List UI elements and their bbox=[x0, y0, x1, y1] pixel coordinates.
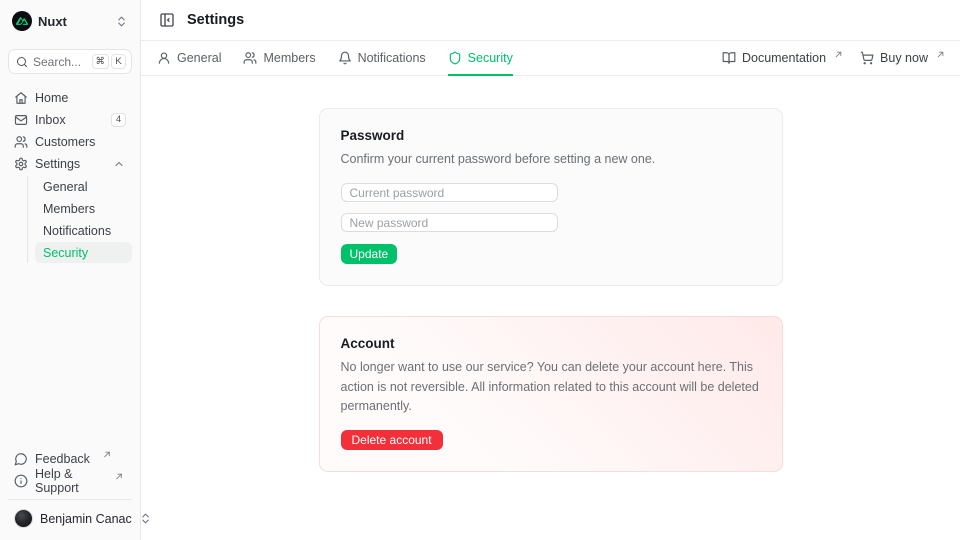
account-card-description: No longer want to use our service? You c… bbox=[341, 358, 761, 416]
password-card-title: Password bbox=[341, 128, 761, 143]
sidebar-item-general[interactable]: General bbox=[35, 176, 132, 197]
user-name: Benjamin Canac bbox=[40, 512, 132, 526]
page-title: Settings bbox=[187, 12, 244, 28]
home-icon bbox=[14, 91, 28, 105]
panel-left-icon bbox=[159, 12, 175, 28]
info-circle-icon bbox=[14, 474, 28, 488]
sidebar-item-label: Feedback bbox=[35, 452, 90, 466]
bell-icon bbox=[338, 51, 352, 65]
avatar bbox=[14, 509, 33, 528]
kbd-k: K bbox=[111, 54, 126, 69]
search-icon bbox=[16, 56, 28, 68]
tab-label: Security bbox=[468, 51, 513, 65]
team-selector[interactable]: Nuxt bbox=[8, 8, 132, 34]
documentation-link[interactable]: Documentation bbox=[722, 51, 842, 65]
sidebar-item-members[interactable]: Members bbox=[35, 198, 132, 219]
user-icon bbox=[157, 51, 171, 65]
tab-label: Members bbox=[263, 51, 315, 65]
account-card-title: Account bbox=[341, 336, 761, 351]
page-header: Settings bbox=[141, 0, 960, 41]
tab-label: General bbox=[177, 51, 221, 65]
sidebar-item-label: Notifications bbox=[43, 224, 111, 238]
sidebar-item-label: Settings bbox=[35, 157, 80, 171]
external-link-icon bbox=[937, 51, 944, 58]
password-card-description: Confirm your current password before set… bbox=[341, 150, 761, 169]
users-icon bbox=[243, 51, 257, 65]
password-form: Update bbox=[341, 183, 761, 264]
tab-notifications[interactable]: Notifications bbox=[338, 41, 426, 76]
settings-sub-menu: General Members Notifications Security bbox=[27, 176, 132, 263]
sidebar-item-help-support[interactable]: Help & Support bbox=[8, 470, 132, 491]
sidebar-item-label: Members bbox=[43, 202, 95, 216]
update-button[interactable]: Update bbox=[341, 244, 398, 264]
tabs: General Members Notifications Security bbox=[157, 41, 513, 75]
shield-icon bbox=[448, 51, 462, 65]
chevrons-up-down-icon bbox=[115, 15, 128, 28]
sidebar-item-label: Inbox bbox=[35, 113, 66, 127]
sidebar-item-label: Help & Support bbox=[35, 467, 102, 495]
sidebar-spacer bbox=[8, 263, 132, 448]
buy-now-link[interactable]: Buy now bbox=[860, 51, 944, 65]
current-password-field[interactable] bbox=[341, 183, 558, 202]
tab-security[interactable]: Security bbox=[448, 41, 513, 76]
link-label: Buy now bbox=[880, 51, 928, 65]
external-link-icon bbox=[112, 473, 126, 480]
external-link-icon bbox=[100, 451, 114, 458]
sidebar-item-label: Security bbox=[43, 246, 88, 260]
users-icon bbox=[14, 135, 28, 149]
tab-general[interactable]: General bbox=[157, 41, 221, 76]
sidebar-nav: Home Inbox 4 Customers Settings General bbox=[8, 87, 132, 263]
header-links: Documentation Buy now bbox=[722, 41, 944, 75]
cart-icon bbox=[860, 51, 874, 65]
team-name: Nuxt bbox=[38, 14, 109, 29]
inbox-icon bbox=[14, 113, 28, 127]
search-input[interactable]: Search... ⌘ K bbox=[8, 49, 132, 74]
sidebar-item-notifications[interactable]: Notifications bbox=[35, 220, 132, 241]
sidebar-footer-nav: Feedback Help & Support bbox=[8, 448, 132, 491]
sidebar: Nuxt Search... ⌘ K Home Inbox 4 bbox=[0, 0, 141, 540]
sidebar-item-label: General bbox=[43, 180, 87, 194]
main-area: Settings General Members Notifications bbox=[141, 0, 960, 540]
tab-bar: General Members Notifications Security bbox=[141, 41, 960, 76]
external-link-icon bbox=[835, 51, 842, 58]
sidebar-item-security[interactable]: Security bbox=[35, 242, 132, 263]
new-password-field[interactable] bbox=[341, 213, 558, 232]
sidebar-item-label: Home bbox=[35, 91, 68, 105]
sidebar-item-label: Customers bbox=[35, 135, 95, 149]
search-shortcut: ⌘ K bbox=[92, 54, 127, 69]
book-icon bbox=[722, 51, 736, 65]
password-card: Password Confirm your current password b… bbox=[319, 108, 783, 286]
sidebar-item-customers[interactable]: Customers bbox=[8, 131, 132, 152]
tab-label: Notifications bbox=[358, 51, 426, 65]
nuxt-logo-icon bbox=[12, 11, 32, 31]
app-window: Nuxt Search... ⌘ K Home Inbox 4 bbox=[0, 0, 960, 540]
gear-icon bbox=[14, 157, 28, 171]
sidebar-item-inbox[interactable]: Inbox 4 bbox=[8, 109, 132, 130]
settings-security-content: Password Confirm your current password b… bbox=[141, 76, 960, 540]
link-label: Documentation bbox=[742, 51, 826, 65]
user-menu[interactable]: Benjamin Canac bbox=[8, 499, 132, 530]
inbox-count-badge: 4 bbox=[111, 113, 126, 127]
account-danger-card: Account No longer want to use our servic… bbox=[319, 316, 783, 471]
search-placeholder: Search... bbox=[33, 55, 87, 69]
sidebar-toggle-button[interactable] bbox=[157, 10, 177, 30]
kbd-meta: ⌘ bbox=[92, 54, 110, 69]
message-circle-icon bbox=[14, 452, 28, 466]
sidebar-item-settings[interactable]: Settings bbox=[8, 153, 132, 174]
delete-account-button[interactable]: Delete account bbox=[341, 430, 443, 450]
sidebar-item-home[interactable]: Home bbox=[8, 87, 132, 108]
tab-members[interactable]: Members bbox=[243, 41, 315, 76]
chevron-up-icon bbox=[112, 158, 126, 170]
